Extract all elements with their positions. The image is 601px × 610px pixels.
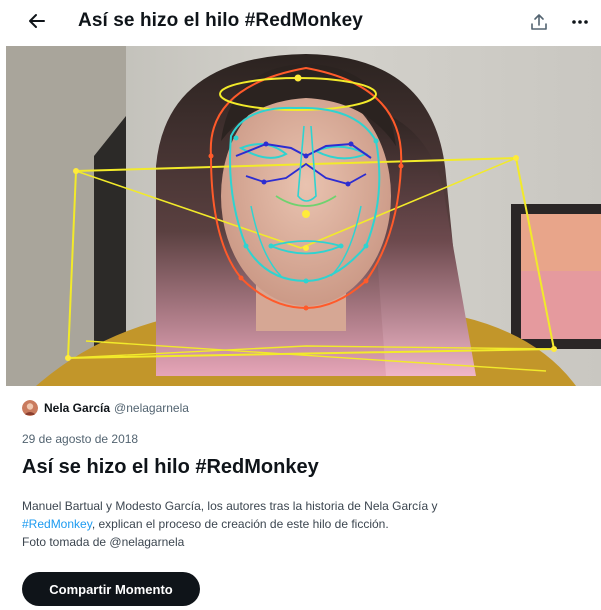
header-title: Así se hizo el hilo #RedMonkey	[78, 10, 363, 31]
share-upload-icon	[531, 14, 547, 30]
hashtag-link[interactable]: #RedMonkey	[22, 517, 92, 531]
avatar[interactable]	[22, 400, 38, 416]
description-text-continued: , explican el proceso de creación de est…	[91, 517, 389, 531]
moment-title: Así se hizo el hilo #RedMonkey	[22, 456, 319, 478]
author-handle[interactable]: @nelagarnela	[114, 401, 189, 415]
more-dots-icon	[572, 20, 588, 24]
moment-cover-photo[interactable]	[6, 46, 601, 386]
more-options-button[interactable]	[566, 8, 594, 36]
avatar-image	[22, 400, 38, 416]
moment-date: 29 de agosto de 2018	[22, 432, 139, 446]
face-tracking-photo	[6, 46, 601, 386]
arrow-left-icon	[29, 14, 45, 28]
top-bar: Así se hizo el hilo #RedMonkey	[0, 0, 601, 44]
photo-credit: Foto tomada de @nelagarnela	[22, 535, 185, 549]
description-text: Manuel Bartual y Modesto García, los aut…	[22, 499, 438, 513]
share-moment-button[interactable]: Compartir Momento	[22, 572, 200, 606]
author-name[interactable]: Nela García	[44, 401, 110, 415]
back-button[interactable]	[22, 6, 52, 36]
share-button[interactable]	[525, 8, 553, 36]
moment-description: Manuel Bartual y Modesto García, los aut…	[22, 497, 582, 551]
author-row: Nela García @nelagarnela	[22, 398, 189, 418]
